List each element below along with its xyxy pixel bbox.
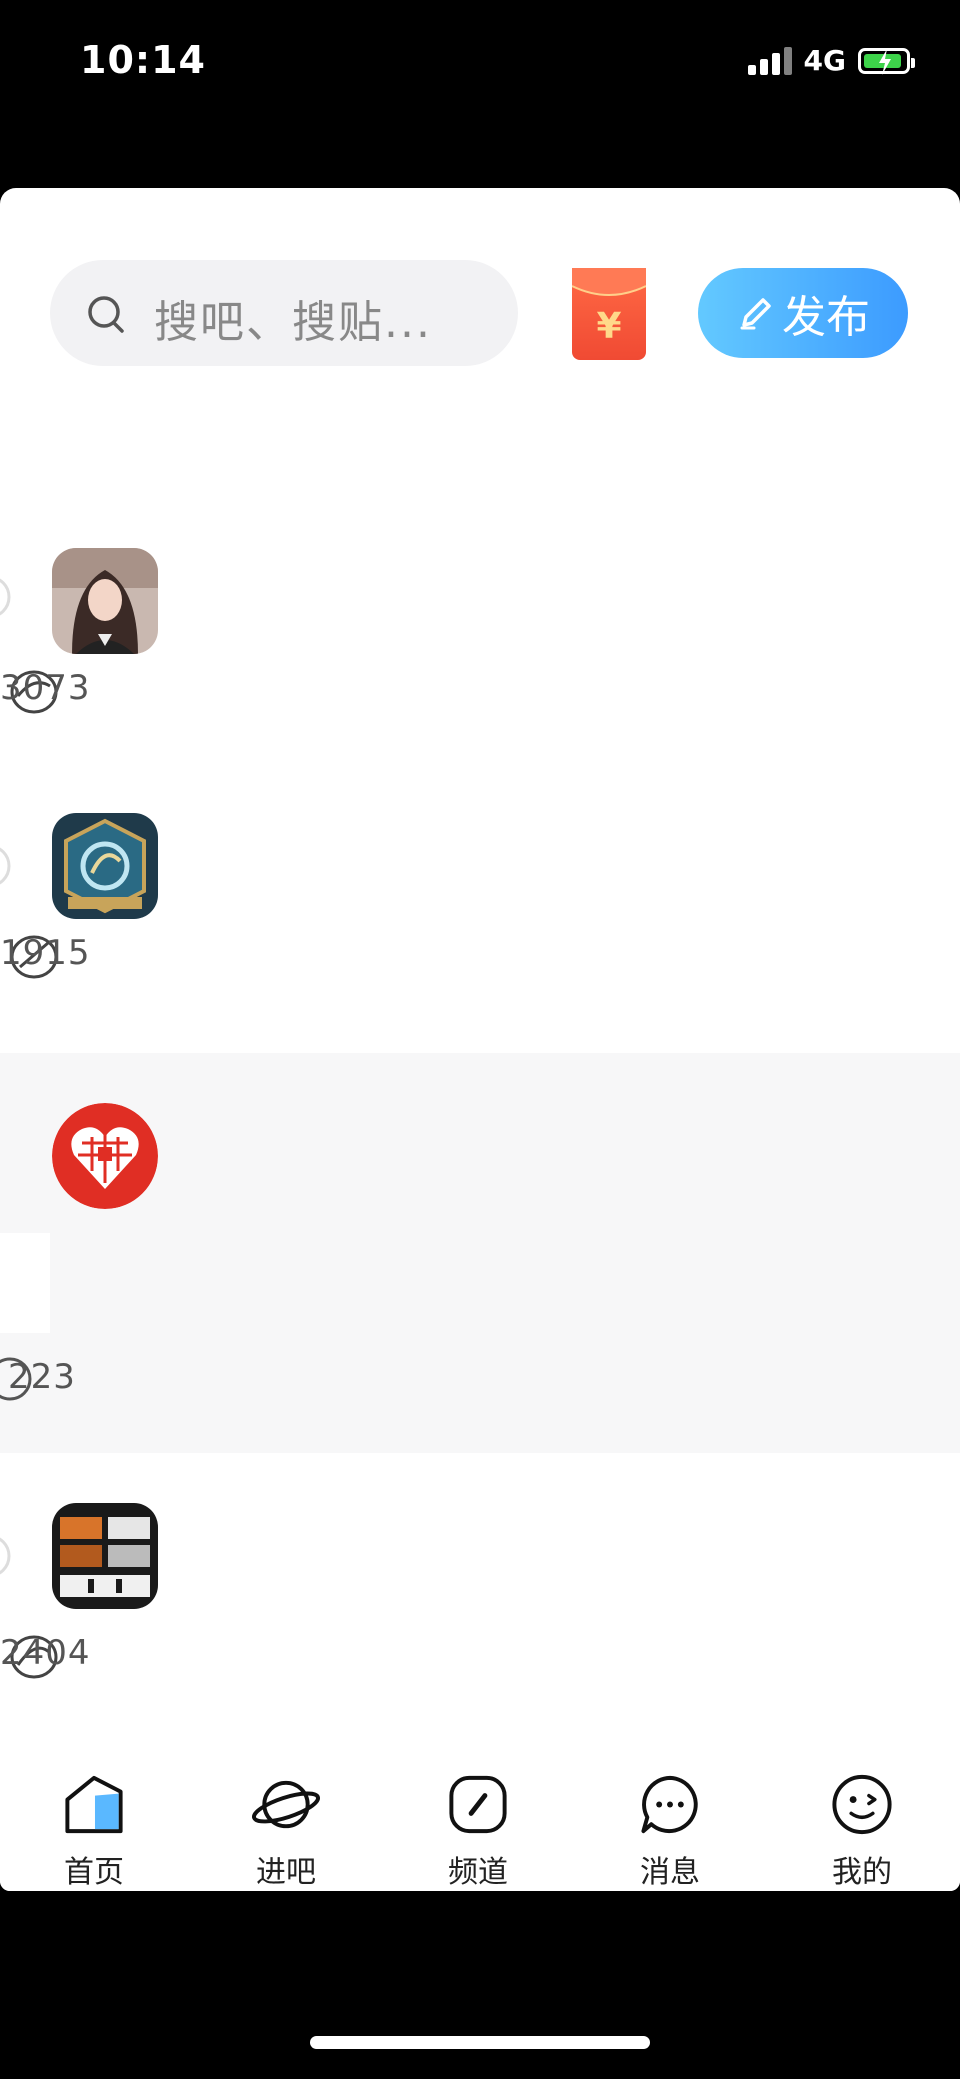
tab-label: 我的: [832, 1855, 892, 1890]
tab-label: 进吧: [256, 1855, 316, 1890]
home-icon: [65, 1775, 123, 1834]
forum-avatar: [52, 813, 158, 919]
app-window: 搜吧、搜贴... ¥ 发布 3073 1915 223 2404 首页 进吧 频…: [0, 188, 960, 1891]
status-bar: 10:14 4G: [0, 0, 960, 120]
tab-forums[interactable]: 进吧: [226, 1758, 346, 1891]
ring-icon: [0, 1537, 11, 1575]
search-placeholder: 搜吧、搜贴...: [154, 297, 432, 348]
member-count: 3073: [0, 668, 91, 708]
tab-label: 首页: [64, 1855, 124, 1890]
tab-home[interactable]: 首页: [34, 1758, 154, 1891]
list-item[interactable]: 1915: [0, 783, 960, 1053]
status-indicators: 4G: [747, 44, 915, 77]
tab-label: 频道: [448, 1855, 508, 1890]
publish-button[interactable]: 发布: [698, 268, 908, 358]
tab-profile[interactable]: 我的: [802, 1758, 922, 1891]
red-packet-symbol: ¥: [596, 306, 622, 347]
tab-channels[interactable]: 频道: [418, 1758, 538, 1891]
smiley-icon: [832, 1774, 892, 1835]
list-item[interactable]: 223: [0, 1053, 960, 1453]
signal-icon: [747, 46, 792, 75]
planet-icon: [252, 1780, 320, 1829]
publish-label: 发布: [782, 292, 870, 343]
member-count: 1915: [0, 933, 91, 973]
divider: [0, 1233, 50, 1333]
red-packet-icon: [572, 268, 646, 296]
forum-avatar: [52, 548, 158, 654]
tab-messages[interactable]: 消息: [610, 1758, 730, 1891]
battery-icon: [858, 47, 915, 75]
list-item[interactable]: 3073: [0, 518, 960, 783]
red-packet-button[interactable]: ¥: [572, 268, 646, 360]
home-indicator[interactable]: [310, 2036, 650, 2049]
member-count: 223: [8, 1357, 76, 1397]
search-icon: [88, 296, 124, 333]
message-icon: [641, 1775, 698, 1834]
status-time: 10:14: [80, 38, 206, 82]
compass-icon: [449, 1775, 507, 1834]
forum-avatar: [52, 1103, 158, 1209]
search-input[interactable]: 搜吧、搜贴...: [50, 260, 518, 366]
tab-label: 消息: [640, 1855, 700, 1890]
network-type: 4G: [803, 44, 846, 77]
member-count: 2404: [0, 1633, 91, 1673]
ring-icon: [0, 578, 11, 616]
forum-avatar: [52, 1503, 158, 1609]
list-item[interactable]: 2404: [0, 1453, 960, 1753]
pencil-icon: [740, 298, 771, 330]
ring-icon: [0, 847, 11, 885]
bottom-tab-bar: 首页 进吧 频道 消息 我的: [0, 1758, 960, 1891]
